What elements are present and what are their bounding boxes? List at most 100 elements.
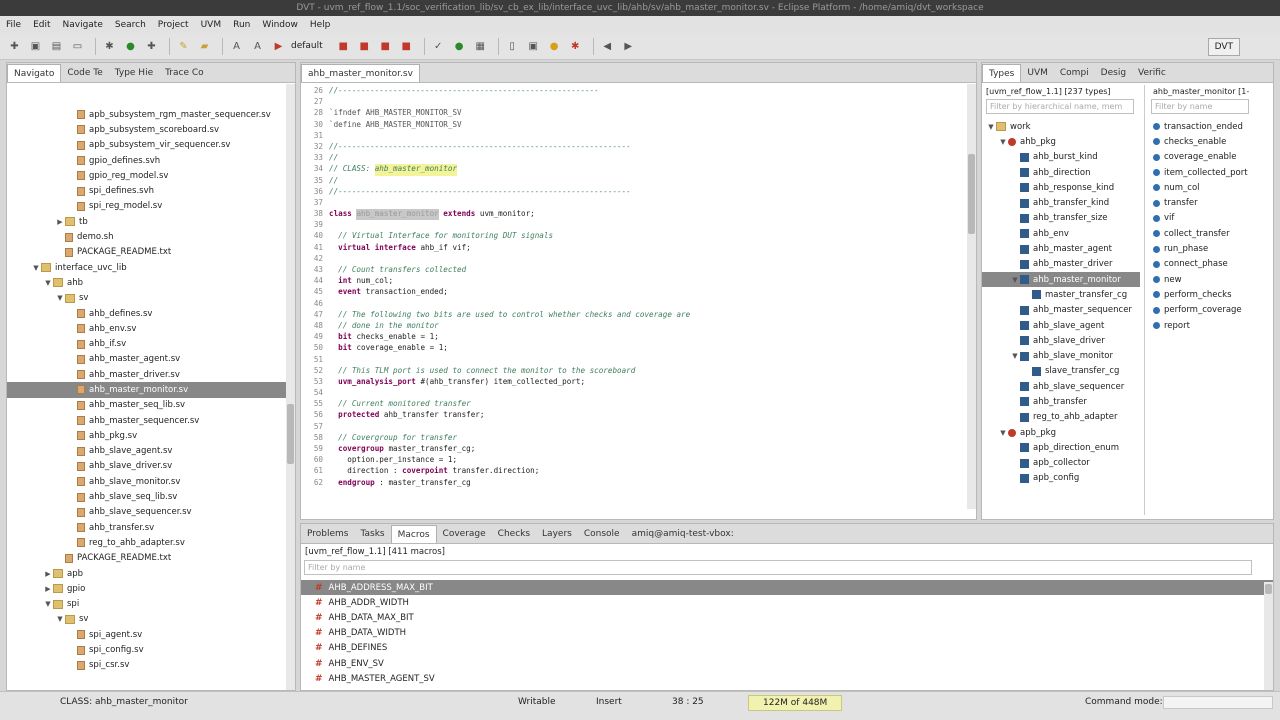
menu-project[interactable]: Project	[158, 20, 189, 30]
type-tree-item[interactable]: ahb_response_kind	[982, 180, 1140, 195]
macro-item[interactable]: # AHB_MASTER_AGENT_SV	[301, 671, 1273, 686]
type-tree-item[interactable]: ahb_transfer_kind	[982, 195, 1140, 210]
navigator-tree-item[interactable]: ahb_slave_sequencer.sv	[7, 505, 295, 520]
navigator-tree-item[interactable]: ▼ sv	[7, 291, 295, 306]
tab-problems[interactable]: Problems	[301, 525, 354, 543]
menu-uvm[interactable]: UVM	[201, 20, 222, 30]
member-item[interactable]: transfer	[1153, 195, 1273, 210]
heap-status[interactable]: 122M of 448M	[748, 695, 843, 711]
navigator-tree-item[interactable]: ahb_defines.sv	[7, 306, 295, 321]
type-tree-item[interactable]: reg_to_ahb_adapter	[982, 410, 1140, 425]
member-item[interactable]: vif	[1153, 211, 1273, 226]
mark-icon[interactable]: ✎	[175, 38, 192, 55]
type-tree-item[interactable]: ahb_env	[982, 226, 1140, 241]
filter-icon[interactable]: ▦	[472, 38, 489, 55]
chevron-down-icon[interactable]: ▼	[998, 138, 1008, 146]
navigator-scrollbar[interactable]	[286, 84, 295, 690]
navigator-tree-item[interactable]: spi_defines.svh	[7, 183, 295, 198]
navigator-tree-item[interactable]: demo.sh	[7, 229, 295, 244]
tab-editor-file[interactable]: ahb_master_monitor.sv	[301, 64, 420, 82]
navigator-tree-item[interactable]: spi_csr.sv	[7, 658, 295, 673]
chevron-down-icon[interactable]: ▼	[43, 600, 53, 608]
navigator-tree-item[interactable]: ahb_slave_agent.sv	[7, 444, 295, 459]
toggle-view-icon[interactable]: ▣	[525, 38, 542, 55]
types-filter-input[interactable]: Filter by hierarchical name, mem	[986, 99, 1134, 114]
tab-tasks[interactable]: Tasks	[354, 525, 390, 543]
navigator-tree-item[interactable]: PACKAGE_README.txt	[7, 245, 295, 260]
navigator-scroll-thumb[interactable]	[287, 404, 294, 464]
navigator-tree-item[interactable]: ▶ apb	[7, 566, 295, 581]
members-filter-input[interactable]: Filter by name	[1151, 99, 1249, 114]
macro-item[interactable]: # AHB_DATA_WIDTH	[301, 626, 1273, 641]
menu-search[interactable]: Search	[115, 20, 146, 30]
macro-item[interactable]: # AHB_ADDRESS_MAX_BIT	[301, 580, 1273, 596]
navigator-tree-item[interactable]: ▼ interface_uvc_lib	[7, 260, 295, 275]
type-tree-item[interactable]: ahb_transfer	[982, 394, 1140, 409]
macros-scrollbar[interactable]	[1264, 582, 1273, 690]
type-tree-item[interactable]: ahb_slave_agent	[982, 318, 1140, 333]
save-all-icon[interactable]: ▤	[48, 38, 65, 55]
type-tree-item[interactable]: ▼ ahb_master_monitor	[982, 271, 1140, 288]
navigator-tree-item[interactable]: ▼ spi	[7, 597, 295, 612]
tab-console[interactable]: Console	[578, 525, 626, 543]
check-icon[interactable]: ●	[451, 38, 468, 55]
build-config-select[interactable]: default	[291, 41, 323, 51]
macros-filter-input[interactable]: Filter by name	[304, 560, 1252, 575]
tab-navigator[interactable]: Navigato	[7, 64, 62, 82]
macro-item[interactable]: # AHB_DATA_MAX_BIT	[301, 610, 1273, 625]
type-tree-item[interactable]: ▼ ahb_pkg	[982, 134, 1140, 149]
type-tree-item[interactable]: ahb_slave_driver	[982, 333, 1140, 348]
navigator-tree-item[interactable]: gpio_defines.svh	[7, 153, 295, 168]
member-item[interactable]: report	[1153, 318, 1273, 333]
navigator-tree-item[interactable]: apb_subsystem_vir_sequencer.sv	[7, 138, 295, 153]
tab-trace-connection[interactable]: Trace Co	[159, 64, 210, 82]
navigator-tree-item[interactable]: ▼ sv	[7, 612, 295, 627]
type-tree-item[interactable]: slave_transfer_cg	[982, 364, 1140, 379]
chevron-right-icon[interactable]: ▶	[43, 585, 53, 593]
navigator-tree-item[interactable]: apb_subsystem_rgm_master_sequencer.sv	[7, 107, 295, 122]
navigator-tree-item[interactable]: ahb_master_monitor.sv	[7, 382, 295, 398]
chevron-down-icon[interactable]: ▼	[31, 264, 41, 272]
type-tree-item[interactable]: ahb_master_driver	[982, 257, 1140, 272]
save-icon[interactable]: ▣	[27, 38, 44, 55]
navigator-tree-item[interactable]: apb_subsystem_scoreboard.sv	[7, 122, 295, 137]
navigator-tree-item[interactable]: ahb_master_agent.sv	[7, 352, 295, 367]
tab-uvm[interactable]: UVM	[1021, 64, 1054, 82]
tab-verification[interactable]: Verific	[1132, 64, 1172, 82]
menu-run[interactable]: Run	[233, 20, 250, 30]
build-icon-3[interactable]: ■	[356, 38, 373, 55]
navigator-tree-item[interactable]: ▶ tb	[7, 214, 295, 229]
menu-edit[interactable]: Edit	[33, 20, 50, 30]
font-decrease-icon[interactable]: A	[249, 38, 266, 55]
type-tree-item[interactable]: ▼ apb_pkg	[982, 425, 1140, 440]
member-item[interactable]: perform_checks	[1153, 287, 1273, 302]
type-tree-item[interactable]: ahb_master_sequencer	[982, 303, 1140, 318]
navigator-tree-item[interactable]: ahb_if.sv	[7, 336, 295, 351]
navigator-tree-item[interactable]: ahb_master_seq_lib.sv	[7, 398, 295, 413]
chevron-down-icon[interactable]: ▼	[1010, 276, 1020, 284]
macro-item[interactable]: # AHB_ENV_SV	[301, 656, 1273, 671]
tab-compile[interactable]: Compi	[1054, 64, 1095, 82]
tab-checks[interactable]: Checks	[492, 525, 536, 543]
forward-icon[interactable]: ▶	[620, 38, 637, 55]
member-item[interactable]: coverage_enable	[1153, 150, 1273, 165]
editor-scrollbar[interactable]	[967, 84, 976, 509]
chevron-right-icon[interactable]: ▶	[43, 570, 53, 578]
member-item[interactable]: transaction_ended	[1153, 119, 1273, 134]
navigator-tree-item[interactable]: ▼ ahb	[7, 275, 295, 290]
tab-layers[interactable]: Layers	[536, 525, 578, 543]
member-item[interactable]: connect_phase	[1153, 257, 1273, 272]
chevron-down-icon[interactable]: ▼	[55, 615, 65, 623]
macros-scroll-thumb[interactable]	[1265, 584, 1272, 594]
warning-icon[interactable]: ●	[546, 38, 563, 55]
navigator-tree-item[interactable]: ahb_env.sv	[7, 321, 295, 336]
type-tree-item[interactable]: apb_config	[982, 471, 1140, 486]
type-tree-item[interactable]: ▼ ahb_slave_monitor	[982, 348, 1140, 363]
navigator-tree-item[interactable]: reg_to_ahb_adapter.sv	[7, 535, 295, 550]
chevron-down-icon[interactable]: ▼	[55, 294, 65, 302]
macro-item[interactable]: # AHB_ADDR_WIDTH	[301, 595, 1273, 610]
tab-macros[interactable]: Macros	[390, 525, 437, 543]
member-item[interactable]: num_col	[1153, 180, 1273, 195]
tab-coverage[interactable]: Coverage	[437, 525, 492, 543]
navigator-tree-item[interactable]: ahb_transfer.sv	[7, 520, 295, 535]
